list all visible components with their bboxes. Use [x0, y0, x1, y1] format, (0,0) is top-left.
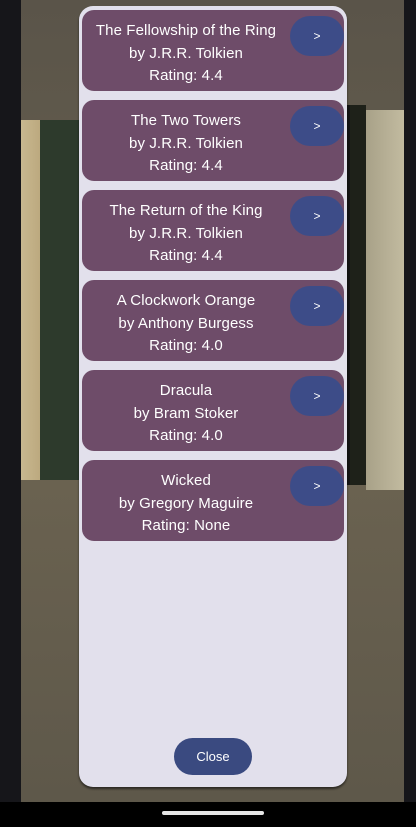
book-rating: Rating: 4.4 — [149, 247, 223, 264]
book-spine-right — [350, 105, 366, 485]
open-book-button[interactable]: > — [290, 196, 344, 236]
close-button[interactable]: Close — [174, 738, 252, 775]
book-cover-edge-right — [366, 110, 404, 490]
book-card[interactable]: Wicked by Gregory Maguire Rating: None > — [82, 460, 344, 541]
open-book-button[interactable]: > — [290, 286, 344, 326]
results-dialog: The Fellowship of the Ring by J.R.R. Tol… — [79, 6, 347, 787]
book-rating: Rating: None — [141, 517, 231, 534]
book-card[interactable]: The Fellowship of the Ring by J.R.R. Tol… — [82, 10, 344, 91]
book-card[interactable]: The Two Towers by J.R.R. Tolkien Rating:… — [82, 100, 344, 181]
home-indicator[interactable] — [162, 811, 264, 815]
open-book-button[interactable]: > — [290, 376, 344, 416]
open-book-button[interactable]: > — [290, 16, 344, 56]
book-rating: Rating: 4.0 — [149, 427, 223, 444]
open-book-button[interactable]: > — [290, 466, 344, 506]
open-book-button[interactable]: > — [290, 106, 344, 146]
book-rating: Rating: 4.0 — [149, 337, 223, 354]
book-list: The Fellowship of the Ring by J.R.R. Tol… — [82, 10, 344, 550]
book-card[interactable]: The Return of the King by J.R.R. Tolkien… — [82, 190, 344, 271]
book-rating: Rating: 4.4 — [149, 67, 223, 84]
book-card[interactable]: Dracula by Bram Stoker Rating: 4.0 > — [82, 370, 344, 451]
book-rating: Rating: 4.4 — [149, 157, 223, 174]
book-card[interactable]: A Clockwork Orange by Anthony Burgess Ra… — [82, 280, 344, 361]
